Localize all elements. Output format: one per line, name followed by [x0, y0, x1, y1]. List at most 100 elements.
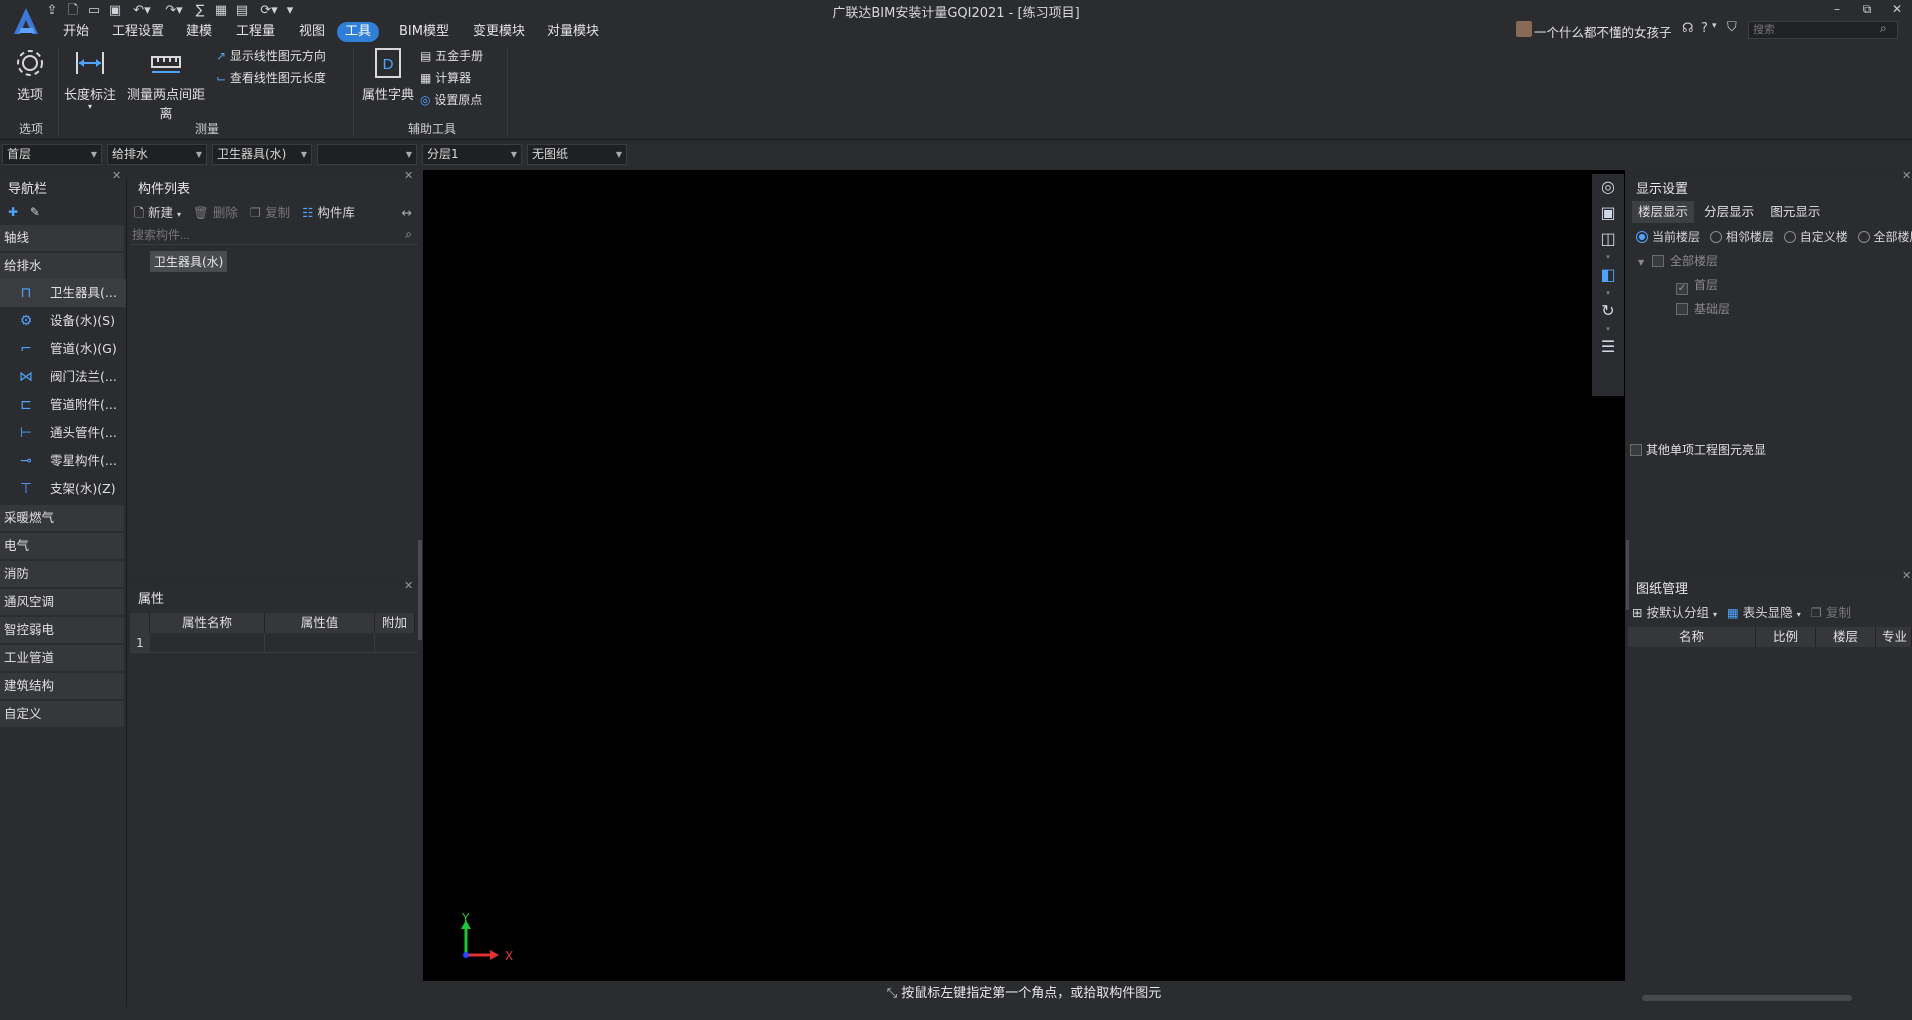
nav-category-fire[interactable]: 消防 — [0, 561, 124, 587]
menu-project-settings[interactable]: 工程设置 — [104, 22, 172, 42]
measure-distance-button[interactable]: 测量两点间距离 — [122, 46, 210, 122]
nav-item-valve[interactable]: ⋈ 阀门法兰(... — [0, 363, 126, 391]
nav-category-industrial[interactable]: 工业管道 — [0, 645, 124, 671]
add-icon[interactable]: ✚ — [8, 205, 18, 219]
search-icon[interactable]: ⌕ — [405, 227, 412, 242]
avatar[interactable] — [1516, 21, 1532, 37]
copy-button[interactable]: ❐ 复制 — [250, 205, 290, 220]
nav-item-pipe-accessory[interactable]: ⊏ 管道附件(... — [0, 391, 126, 419]
chevron-down-icon[interactable]: ▾ — [1592, 288, 1624, 298]
headset-icon[interactable]: ☊ — [1682, 21, 1694, 36]
close-icon[interactable]: ✕ — [404, 169, 413, 182]
expand-arrow-icon[interactable]: ▼ — [1638, 258, 1644, 267]
drawing-canvas[interactable]: Y X — [423, 170, 1625, 981]
menu-bim-model[interactable]: BIM模型 — [391, 22, 457, 42]
menu-reconcile-module[interactable]: 对量模块 — [539, 22, 607, 42]
radio-current-floor[interactable]: 当前楼层 — [1636, 230, 1700, 244]
close-icon[interactable]: ✕ — [1902, 569, 1911, 582]
nav-category-plumbing[interactable]: 给排水 — [0, 253, 124, 279]
drawing-name-header[interactable]: 名称 — [1628, 627, 1756, 647]
nav-item-equipment[interactable]: ⚙ 设备(水)(S) — [0, 307, 126, 335]
new-button[interactable]: 🗋 新建 ▾ — [134, 205, 181, 220]
restore-button[interactable]: ⧉ — [1852, 0, 1882, 18]
menu-start[interactable]: 开始 — [55, 22, 97, 42]
radio-all-floors[interactable]: 全部楼层 — [1857, 230, 1912, 244]
nav-item-support[interactable]: ⊤ 支架(水)(Z) — [0, 475, 126, 503]
tab-element-display[interactable]: 图元显示 — [1764, 201, 1826, 223]
layer-select[interactable]: 分层1 ▼ — [422, 144, 522, 165]
checkbox-first-floor[interactable]: ✓ — [1676, 283, 1688, 295]
splitter-handle[interactable] — [1626, 540, 1629, 610]
rotate-icon[interactable]: ↻ — [1592, 298, 1624, 324]
hardware-manual-button[interactable]: ▤ 五金手册 — [420, 46, 483, 66]
nav-category-custom[interactable]: 自定义 — [0, 701, 124, 727]
property-value-cell[interactable] — [265, 633, 375, 652]
nav-category-heating[interactable]: 采暖燃气 — [0, 505, 124, 531]
check-line-length-button[interactable]: ⌙ 查看线性图元长度 — [216, 68, 326, 88]
nav-item-misc[interactable]: ⊸ 零星构件(... — [0, 447, 126, 475]
edit-icon[interactable]: ✎ — [30, 205, 40, 219]
report-icon[interactable]: ☰ — [1592, 334, 1624, 360]
help-dropdown-icon[interactable]: ▾ — [1712, 21, 1717, 31]
chevron-down-icon[interactable]: ▾ — [1592, 324, 1624, 334]
component-item[interactable]: 卫生器具(水) — [150, 251, 228, 272]
horizontal-scrollbar[interactable] — [1642, 995, 1852, 1001]
close-button[interactable]: ✕ — [1882, 0, 1912, 18]
delete-button[interactable]: 🗑 删除 — [193, 205, 238, 220]
component-select[interactable]: ▼ — [317, 144, 417, 165]
nav-item-fitting[interactable]: ⊢ 通头管件(... — [0, 419, 126, 447]
nav-category-electrical[interactable]: 电气 — [0, 533, 124, 559]
radio-adjacent-floor[interactable]: 相邻楼层 — [1709, 230, 1774, 244]
set-origin-button[interactable]: ◎ 设置原点 — [420, 90, 482, 110]
minimize-button[interactable]: – — [1822, 0, 1852, 18]
user-name[interactable]: 一个什么都不懂的女孩子 — [1534, 22, 1672, 41]
checkbox-all-floors[interactable] — [1651, 255, 1664, 267]
group-default-button[interactable]: ⊞ 按默认分组 ▾ — [1632, 605, 1717, 620]
splitter-handle[interactable] — [418, 540, 422, 640]
drawing-discipline-header[interactable]: 专业 — [1876, 627, 1912, 647]
tab-layer-display[interactable]: 分层显示 — [1698, 201, 1760, 223]
length-dimension-button[interactable]: 长度标注 ▾ — [62, 46, 118, 112]
property-dictionary-button[interactable]: D 属性字典 — [361, 46, 415, 106]
component-type-select[interactable]: 卫生器具(水) ▼ — [212, 144, 312, 165]
calculator-button[interactable]: ▦ 计算器 — [420, 68, 471, 88]
menu-modeling[interactable]: 建模 — [178, 22, 220, 42]
discipline-select[interactable]: 给排水 ▼ — [107, 144, 207, 165]
nav-category-hvac[interactable]: 通风空调 — [0, 589, 124, 615]
library-button[interactable]: ☷ 构件库 — [302, 205, 355, 220]
tree-item-foundation[interactable]: 基础层 — [1628, 297, 1912, 321]
nav-category-axis[interactable]: 轴线 — [0, 225, 124, 251]
cube-view-icon[interactable]: ▣ — [1592, 200, 1624, 226]
menu-change-module[interactable]: 变更模块 — [465, 22, 533, 42]
drawing-select[interactable]: 无图纸 ▼ — [527, 144, 627, 165]
nav-item-sanitary[interactable]: ⊓ 卫生器具(... — [0, 279, 126, 307]
expand-icon[interactable]: ↔ — [402, 201, 412, 225]
component-search-input[interactable] — [130, 225, 418, 245]
radio-custom-floor[interactable]: 自定义楼 — [1783, 230, 1848, 244]
tree-item-first-floor[interactable]: ✓ 首层 — [1628, 273, 1912, 297]
close-icon[interactable]: ✕ — [112, 169, 121, 182]
shirt-icon[interactable]: ⛉ — [1727, 20, 1737, 35]
orbit-icon[interactable]: ◎ — [1592, 174, 1624, 200]
drawing-floor-header[interactable]: 楼层 — [1816, 627, 1876, 647]
search-icon[interactable]: ⌕ — [1880, 21, 1887, 36]
drawing-scale-header[interactable]: 比例 — [1756, 627, 1816, 647]
drawing-copy-button[interactable]: ❐ 复制 — [1811, 605, 1851, 620]
menu-quantities[interactable]: 工程量 — [228, 22, 283, 42]
property-name-cell[interactable] — [150, 633, 265, 652]
menu-tools[interactable]: 工具 — [337, 22, 380, 42]
box-icon[interactable]: ◫ — [1592, 226, 1624, 252]
checkbox-highlight-other[interactable] — [1630, 444, 1642, 456]
tree-root[interactable]: ▼ 全部楼层 — [1628, 249, 1912, 273]
header-visibility-button[interactable]: ▦ 表头显隐 ▾ — [1727, 605, 1801, 620]
checkbox-foundation[interactable] — [1676, 303, 1688, 315]
search-input[interactable] — [1748, 21, 1898, 39]
help-button[interactable]: ? — [1701, 21, 1708, 36]
show-line-direction-button[interactable]: ↗ 显示线性图元方向 — [216, 46, 326, 66]
highlight-other-projects[interactable]: 其他单项工程图元亮显 — [1630, 441, 1766, 458]
table-row[interactable]: 1 — [130, 633, 418, 653]
chevron-down-icon[interactable]: ▾ — [1592, 252, 1624, 262]
options-button[interactable]: 选项 — [8, 46, 52, 104]
tab-floor-display[interactable]: 楼层显示 — [1632, 201, 1695, 223]
close-icon[interactable]: ✕ — [1902, 169, 1911, 182]
